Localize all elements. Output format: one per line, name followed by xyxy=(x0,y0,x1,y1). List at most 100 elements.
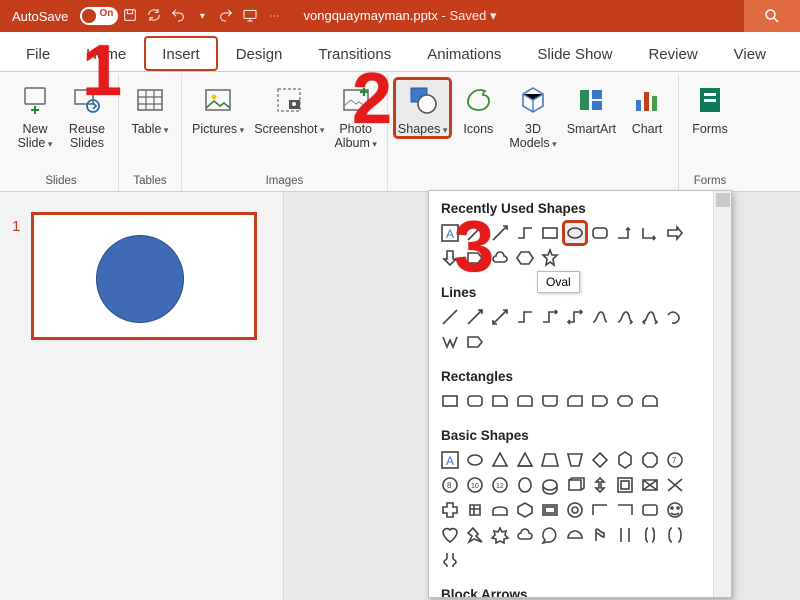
slide-thumbnail-1[interactable] xyxy=(31,212,257,340)
autosave-toggle[interactable]: On xyxy=(80,7,118,25)
shape-basic-17[interactable] xyxy=(589,474,611,496)
shape-textbox[interactable]: A xyxy=(439,222,461,244)
shape-rect-6[interactable] xyxy=(564,390,586,412)
shape-basic-26[interactable] xyxy=(564,499,586,521)
shape-rect-5[interactable] xyxy=(539,390,561,412)
redo-icon[interactable] xyxy=(214,7,238,26)
shape-pentagon-arrow[interactable] xyxy=(464,247,486,269)
forms-button[interactable]: Forms xyxy=(685,78,735,138)
shape-basic-19[interactable] xyxy=(639,474,661,496)
shape-basic-20[interactable] xyxy=(664,474,686,496)
shape-basic-34[interactable] xyxy=(514,524,536,546)
shape-oval[interactable] xyxy=(564,222,586,244)
pictures-button[interactable]: Pictures xyxy=(188,78,248,138)
shape-line-4[interactable] xyxy=(514,306,536,328)
shape-line-6[interactable] xyxy=(564,306,586,328)
shapes-scrollbar[interactable] xyxy=(713,191,731,597)
tab-view[interactable]: View xyxy=(716,36,784,71)
shape-line-8[interactable] xyxy=(614,306,636,328)
shape-line-2[interactable] xyxy=(464,306,486,328)
present-from-start-icon[interactable] xyxy=(238,7,262,26)
shape-rect-8[interactable] xyxy=(614,390,636,412)
photo-album-button[interactable]: Photo Album xyxy=(330,78,380,153)
shape-basic-32[interactable] xyxy=(464,524,486,546)
reuse-slides-button[interactable]: Reuse Slides xyxy=(62,78,112,153)
tab-slideshow[interactable]: Slide Show xyxy=(519,36,630,71)
shape-block-arrow-down[interactable] xyxy=(439,247,461,269)
shape-basic-35[interactable] xyxy=(539,524,561,546)
screenshot-button[interactable]: Screenshot xyxy=(250,78,328,138)
shape-basic-6[interactable] xyxy=(564,449,586,471)
shape-basic-16[interactable] xyxy=(564,474,586,496)
shape-basic-37[interactable] xyxy=(589,524,611,546)
shape-basic-28[interactable] xyxy=(614,499,636,521)
shape-basic-14[interactable] xyxy=(514,474,536,496)
save-icon[interactable] xyxy=(118,7,142,26)
shape-line-5[interactable] xyxy=(539,306,561,328)
tab-insert[interactable]: Insert xyxy=(144,36,218,71)
shape-basic-41[interactable] xyxy=(439,549,461,571)
shape-rounded-rect[interactable] xyxy=(589,222,611,244)
shape-basic-1[interactable]: A xyxy=(439,449,461,471)
shape-basic-31[interactable] xyxy=(439,524,461,546)
shape-line-12[interactable] xyxy=(464,331,486,353)
tab-review[interactable]: Review xyxy=(630,36,715,71)
shape-basic-5[interactable] xyxy=(539,449,561,471)
shape-line-1[interactable] xyxy=(439,306,461,328)
shape-rectangle[interactable] xyxy=(539,222,561,244)
shape-rect-4[interactable] xyxy=(514,390,536,412)
shape-rect-2[interactable] xyxy=(464,390,486,412)
shape-basic-7[interactable] xyxy=(589,449,611,471)
shape-basic-2[interactable] xyxy=(464,449,486,471)
shape-basic-36[interactable] xyxy=(564,524,586,546)
sync-icon[interactable] xyxy=(142,7,166,26)
undo-icon[interactable] xyxy=(166,7,190,26)
shape-line-10[interactable] xyxy=(664,306,686,328)
shape-basic-27[interactable] xyxy=(589,499,611,521)
shape-line-9[interactable] xyxy=(639,306,661,328)
shape-connector[interactable] xyxy=(514,222,536,244)
tab-home[interactable]: Home xyxy=(68,36,144,71)
shape-star[interactable] xyxy=(539,247,561,269)
shape-basic-30[interactable] xyxy=(664,499,686,521)
chart-button[interactable]: Chart xyxy=(622,78,672,138)
smartart-button[interactable]: SmartArt xyxy=(563,78,620,138)
icons-button[interactable]: Icons xyxy=(453,78,503,138)
new-slide-button[interactable]: New Slide xyxy=(10,78,60,153)
shape-line-7[interactable] xyxy=(589,306,611,328)
shape-basic-39[interactable] xyxy=(639,524,661,546)
shape-basic-33[interactable] xyxy=(489,524,511,546)
shape-basic-18[interactable] xyxy=(614,474,636,496)
shape-basic-21[interactable] xyxy=(439,499,461,521)
tab-transitions[interactable]: Transitions xyxy=(300,36,409,71)
shape-basic-4[interactable] xyxy=(514,449,536,471)
table-button[interactable]: Table xyxy=(125,78,175,138)
shape-rect-3[interactable] xyxy=(489,390,511,412)
shape-basic-29[interactable] xyxy=(639,499,661,521)
shape-basic-24[interactable] xyxy=(514,499,536,521)
shape-cloud[interactable] xyxy=(489,247,511,269)
shapes-button[interactable]: Shapes xyxy=(394,78,451,138)
shape-rect-1[interactable] xyxy=(439,390,461,412)
scrollbar-thumb[interactable] xyxy=(716,193,730,207)
shape-basic-3[interactable] xyxy=(489,449,511,471)
shape-block-arrow1[interactable] xyxy=(664,222,686,244)
shape-line-3[interactable] xyxy=(489,306,511,328)
shape-rect-7[interactable] xyxy=(589,390,611,412)
shape-line[interactable] xyxy=(464,222,486,244)
shape-basic-10[interactable]: 7 xyxy=(664,449,686,471)
shape-basic-12[interactable]: 10 xyxy=(464,474,486,496)
shape-basic-23[interactable] xyxy=(489,499,511,521)
shape-elbow-arrow2[interactable] xyxy=(639,222,661,244)
shape-basic-25[interactable] xyxy=(539,499,561,521)
shape-basic-15[interactable] xyxy=(539,474,561,496)
shape-line-arrow[interactable] xyxy=(489,222,511,244)
search-button[interactable] xyxy=(744,0,800,32)
shape-basic-11[interactable]: 8 xyxy=(439,474,461,496)
shape-basic-22[interactable] xyxy=(464,499,486,521)
shape-elbow-arrow[interactable] xyxy=(614,222,636,244)
shape-basic-8[interactable] xyxy=(614,449,636,471)
shape-basic-9[interactable] xyxy=(639,449,661,471)
shape-basic-13[interactable]: 12 xyxy=(489,474,511,496)
tab-animations[interactable]: Animations xyxy=(409,36,519,71)
